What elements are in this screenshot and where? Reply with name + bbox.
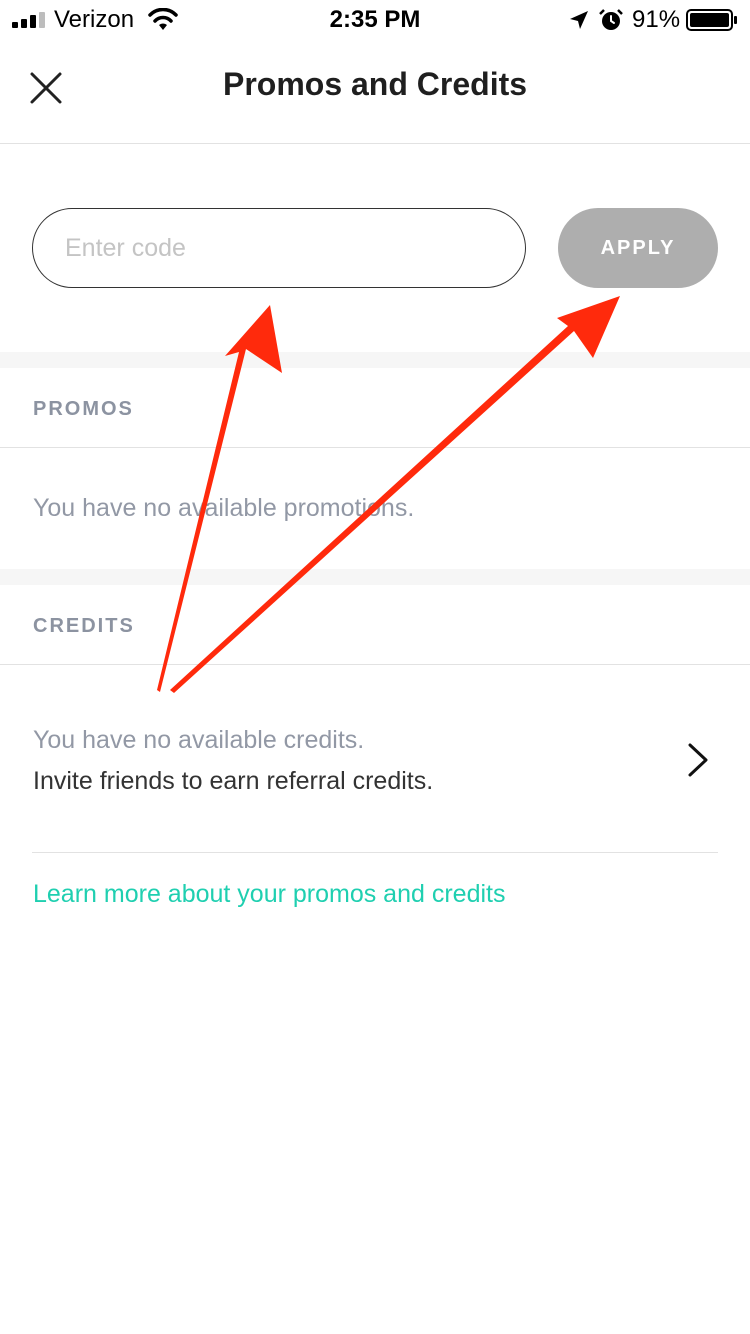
credits-header-label: CREDITS xyxy=(33,615,135,637)
credits-section-header: CREDITS xyxy=(0,585,750,665)
status-bar: Verizon 2:35 PM 91% xyxy=(0,0,750,40)
alarm-icon xyxy=(599,9,623,30)
apply-button[interactable]: APPLY xyxy=(558,208,718,288)
invite-friends-message: Invite friends to earn referral credits. xyxy=(33,767,434,795)
section-spacer xyxy=(0,352,750,368)
credits-empty-message: You have no available credits. xyxy=(33,726,365,754)
battery-percent: 91% xyxy=(632,6,681,33)
page-title: Promos and Credits xyxy=(222,66,528,102)
section-spacer xyxy=(0,569,750,585)
promos-empty-message: You have no available promotions. xyxy=(33,494,415,522)
chevron-right-icon xyxy=(688,743,708,777)
promos-section-header: PROMOS xyxy=(0,368,750,448)
location-icon xyxy=(570,11,588,29)
promos-credits-screen: Verizon 2:35 PM 91% Promos and Credits E… xyxy=(0,0,750,1334)
divider xyxy=(32,852,718,853)
promo-code-input[interactable] xyxy=(32,208,526,288)
promos-header-label: PROMOS xyxy=(33,398,134,420)
credits-invite-row[interactable]: You have no available credits. Invite fr… xyxy=(0,666,750,852)
learn-more-link[interactable]: Learn more about your promos and credits xyxy=(33,880,505,909)
battery-icon xyxy=(686,9,737,31)
nav-bar: Promos and Credits xyxy=(0,40,750,144)
